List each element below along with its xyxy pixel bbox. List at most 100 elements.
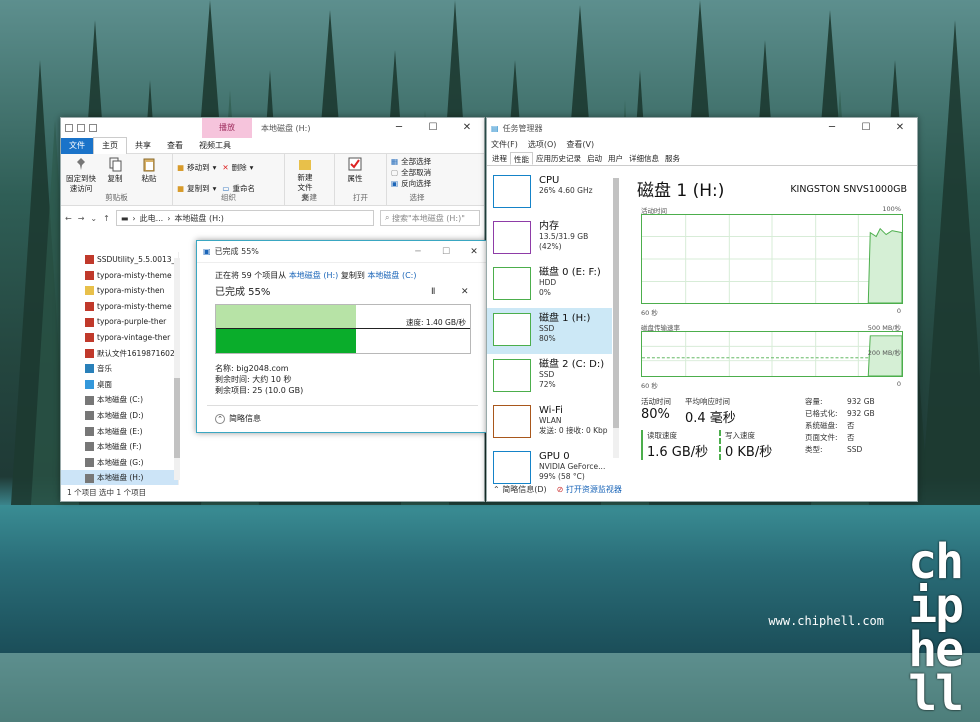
file-icon bbox=[85, 270, 94, 280]
file-icon bbox=[85, 255, 94, 265]
chart2-right: 0 bbox=[896, 380, 901, 388]
disk-property-row: 系统磁盘: 否 bbox=[805, 420, 875, 432]
invert-selection-button[interactable]: ▣ 反向选择 bbox=[391, 178, 443, 189]
sidebar-item-0[interactable]: CPU 26% 4.60 GHz bbox=[487, 170, 612, 216]
move-to-button[interactable]: ■ 移动到 ▾ bbox=[177, 162, 216, 173]
nav-item[interactable]: 桌面 bbox=[61, 377, 178, 393]
tab-video-tools[interactable]: 视频工具 bbox=[191, 138, 239, 154]
copy-maximize-button[interactable]: ☐ bbox=[432, 241, 460, 263]
nav-item[interactable]: 本地磁盘 (C:) bbox=[61, 392, 178, 408]
sidebar-item-2[interactable]: 磁盘 0 (E: F:) HDD 0% bbox=[487, 262, 612, 308]
destination-link[interactable]: 本地磁盘 (C:) bbox=[367, 271, 416, 280]
tab-view[interactable]: 查看 bbox=[159, 138, 191, 154]
source-link[interactable]: 本地磁盘 (H:) bbox=[289, 271, 339, 280]
nav-item[interactable]: 本地磁盘 (D:) bbox=[61, 408, 178, 424]
file-icon bbox=[85, 333, 94, 343]
maximize-button[interactable]: ☐ bbox=[416, 118, 450, 138]
address-box[interactable]: ▬ › 此电... › 本地磁盘 (H:) bbox=[115, 210, 374, 226]
minimize-button[interactable]: ─ bbox=[382, 118, 416, 138]
up-icon[interactable]: ↑ bbox=[103, 214, 110, 223]
folder-icon bbox=[65, 124, 73, 132]
tab-home[interactable]: 主页 bbox=[93, 137, 127, 154]
sidebar-sub1: WLAN bbox=[539, 416, 562, 425]
task-minimize-button[interactable]: ─ bbox=[815, 118, 849, 138]
nav-item[interactable]: typora-misty-theme bbox=[61, 299, 178, 315]
nav-item[interactable]: 音乐 bbox=[61, 361, 178, 377]
sidebar-sub1: SSD bbox=[539, 370, 555, 379]
active-time-stat: 活动时间 80% bbox=[641, 397, 671, 422]
select-all-button[interactable]: ▦ 全部选择 bbox=[391, 156, 443, 167]
nav-item[interactable]: 本地磁盘 (H:) bbox=[61, 470, 178, 486]
sidebar-sub1: NVIDIA GeForce... bbox=[539, 462, 606, 471]
menu-view[interactable]: 查看(V) bbox=[566, 138, 594, 152]
task-manager-icon: ▤ bbox=[491, 123, 499, 133]
sidebar-item-5[interactable]: Wi-Fi WLAN 发送: 0 接收: 0 Kbp bbox=[487, 400, 612, 446]
drive-icon bbox=[85, 442, 94, 452]
open-resource-monitor-link[interactable]: ⊘ 打开资源监视器 bbox=[557, 484, 622, 495]
address-bar-row: ← → ⌄ ↑ ▬ › 此电... › 本地磁盘 (H:) ⌕ 搜索"本地磁盘 (H:)" bbox=[61, 206, 484, 230]
tab-app-history[interactable]: 应用历史记录 bbox=[533, 152, 584, 165]
forward-icon[interactable]: → bbox=[78, 214, 85, 223]
dropdown-icon[interactable]: ⌄ bbox=[90, 214, 97, 223]
copy-close-button[interactable]: ✕ bbox=[460, 241, 488, 263]
sidebar-sub1: 26% 4.60 GHz bbox=[539, 186, 593, 195]
task-tabs: 进程 性能 应用历史记录 启动 用户 详细信息 服务 bbox=[487, 152, 917, 166]
remaining-items: 剩余项目: 25 (10.0 GB) bbox=[215, 386, 304, 395]
nav-item[interactable]: 默认文件1619871602 bbox=[61, 346, 178, 362]
file-icon bbox=[85, 302, 94, 312]
disk-property-row: 页面文件: 否 bbox=[805, 432, 875, 444]
pause-button[interactable]: Ⅱ bbox=[431, 287, 435, 297]
tab-details[interactable]: 详细信息 bbox=[626, 152, 662, 165]
sidebar-sub2: 72% bbox=[539, 380, 556, 389]
group-label-select: 选择 bbox=[409, 193, 425, 202]
cancel-button[interactable]: ✕ bbox=[461, 287, 469, 297]
divider bbox=[207, 405, 478, 406]
task-footer: ⌃ 简略信息(D) ⊘ 打开资源监视器 bbox=[493, 484, 622, 495]
nav-item[interactable]: typora-vintage-ther bbox=[61, 330, 178, 346]
search-input[interactable]: ⌕ 搜索"本地磁盘 (H:)" bbox=[380, 210, 480, 226]
menu-options[interactable]: 选项(O) bbox=[528, 138, 557, 152]
copy-minimize-button[interactable]: ─ bbox=[404, 241, 432, 263]
less-details-toggle[interactable]: ⌃ 简略信息(D) bbox=[493, 484, 547, 495]
lake-background bbox=[0, 505, 980, 653]
sidebar-scroll-thumb[interactable] bbox=[613, 178, 619, 428]
sidebar-scrollbar[interactable] bbox=[613, 178, 619, 458]
less-details-button[interactable]: ⌃ 简略信息 bbox=[215, 413, 261, 424]
nav-item[interactable]: 本地磁盘 (E:) bbox=[61, 424, 178, 440]
tab-performance[interactable]: 性能 bbox=[510, 152, 533, 165]
nav-item[interactable]: typora-purple-ther bbox=[61, 314, 178, 330]
sidebar-name: 磁盘 1 (H:) bbox=[539, 313, 591, 324]
tab-services[interactable]: 服务 bbox=[662, 152, 683, 165]
tab-file[interactable]: 文件 bbox=[61, 137, 93, 154]
nav-item[interactable]: typora-misty-then bbox=[61, 283, 178, 299]
properties-icon[interactable] bbox=[77, 124, 85, 132]
property-value: 否 bbox=[847, 421, 855, 430]
sidebar-item-3[interactable]: 磁盘 1 (H:) SSD 80% bbox=[487, 308, 612, 354]
menu-file[interactable]: 文件(F) bbox=[491, 138, 518, 152]
task-close-button[interactable]: ✕ bbox=[883, 118, 917, 138]
nav-item[interactable]: SSDUtility_5.5.0013_ bbox=[61, 252, 178, 268]
property-label: 系统磁盘: bbox=[805, 421, 838, 430]
tab-startup[interactable]: 启动 bbox=[584, 152, 605, 165]
nav-item[interactable]: 本地磁盘 (F:) bbox=[61, 439, 178, 455]
delete-button[interactable]: ✕ 删除 ▾ bbox=[222, 162, 253, 173]
select-none-button[interactable]: ▢ 全部取消 bbox=[391, 167, 443, 178]
sidebar-item-1[interactable]: 内存 13.5/31.9 GB (42%) bbox=[487, 216, 612, 262]
status-bar: 1 个项目 选中 1 个项目 bbox=[61, 485, 484, 501]
nav-scrollbar[interactable] bbox=[174, 258, 180, 480]
tab-users[interactable]: 用户 bbox=[605, 152, 626, 165]
ribbon: 固定到快速访问 复制 粘贴 剪贴板 ■ 移动到 ▾ ✕ 删除 ▾ ■ 复制到 ▾ ▭ 重命名 … bbox=[61, 154, 484, 206]
folder-icon bbox=[85, 286, 94, 296]
context-tab-play[interactable]: 播放 bbox=[202, 118, 252, 138]
tab-processes[interactable]: 进程 bbox=[489, 152, 510, 165]
new-folder-icon[interactable] bbox=[89, 124, 97, 132]
nav-item[interactable]: 本地磁盘 (G:) bbox=[61, 455, 178, 471]
task-maximize-button[interactable]: ☐ bbox=[849, 118, 883, 138]
sidebar-item-4[interactable]: 磁盘 2 (C: D:) SSD 72% bbox=[487, 354, 612, 400]
close-button[interactable]: ✕ bbox=[450, 118, 484, 138]
nav-item[interactable]: typora-misty-theme bbox=[61, 268, 178, 284]
scrollbar-thumb[interactable] bbox=[174, 378, 180, 458]
property-label: 容量: bbox=[805, 397, 823, 406]
back-icon[interactable]: ← bbox=[65, 214, 72, 223]
tab-share[interactable]: 共享 bbox=[127, 138, 159, 154]
